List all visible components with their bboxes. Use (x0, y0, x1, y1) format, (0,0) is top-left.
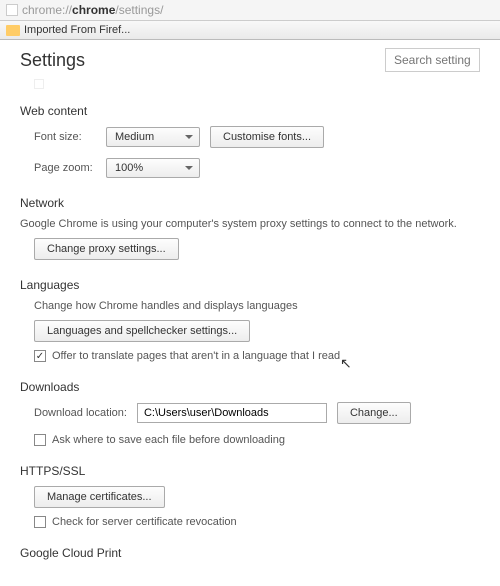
section-web-content: Web content (20, 104, 480, 118)
url: chrome://chrome/settings/ (22, 3, 163, 17)
folder-icon (6, 25, 20, 36)
revocation-label: Check for server certificate revocation (52, 516, 237, 528)
font-size-label: Font size: (34, 131, 96, 143)
search-input[interactable] (385, 48, 480, 72)
network-desc: Google Chrome is using your computer's s… (20, 218, 480, 230)
manage-certificates-button[interactable]: Manage certificates... (34, 486, 165, 508)
revocation-checkbox[interactable] (34, 516, 46, 528)
section-languages: Languages (20, 278, 480, 292)
translate-label: Offer to translate pages that aren't in … (52, 350, 340, 362)
section-cloud-print: Google Cloud Print (20, 546, 480, 560)
change-proxy-button[interactable]: Change proxy settings... (34, 238, 179, 260)
section-https: HTTPS/SSL (20, 464, 480, 478)
download-location-input[interactable] (137, 403, 327, 423)
languages-desc: Change how Chrome handles and displays l… (20, 300, 480, 312)
section-network: Network (20, 196, 480, 210)
faded-option (20, 78, 480, 90)
bookmark-bar: Imported From Firef... (0, 21, 500, 40)
font-size-select[interactable]: Medium (106, 127, 200, 147)
page-title: Settings (20, 50, 85, 71)
languages-settings-button[interactable]: Languages and spellchecker settings... (34, 320, 250, 342)
translate-checkbox[interactable] (34, 350, 46, 362)
ask-save-label: Ask where to save each file before downl… (52, 434, 285, 446)
download-location-label: Download location: (34, 407, 127, 419)
page-zoom-select[interactable]: 100% (106, 158, 200, 178)
page-zoom-label: Page zoom: (34, 162, 96, 174)
page-icon (6, 4, 18, 16)
bookmark-item[interactable]: Imported From Firef... (24, 24, 130, 36)
section-downloads: Downloads (20, 380, 480, 394)
customise-fonts-button[interactable]: Customise fonts... (210, 126, 324, 148)
change-location-button[interactable]: Change... (337, 402, 411, 424)
address-bar[interactable]: chrome://chrome/settings/ (0, 0, 500, 21)
ask-save-checkbox[interactable] (34, 434, 46, 446)
